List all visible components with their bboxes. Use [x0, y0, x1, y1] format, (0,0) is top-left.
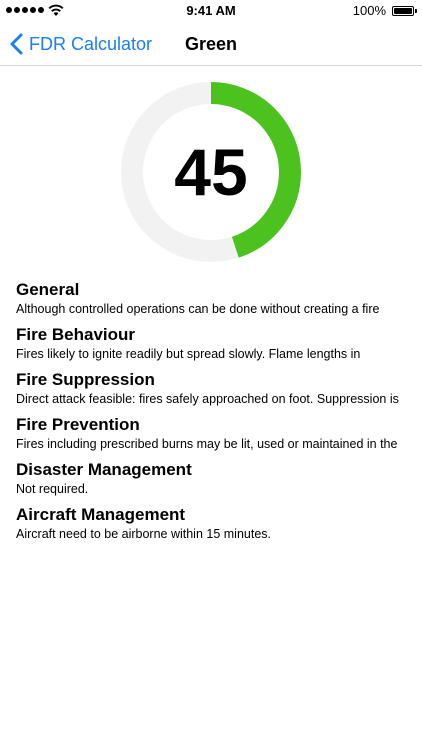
section-text: Direct attack feasible: fires safely app… [16, 392, 399, 406]
status-bar: 9:41 AM 100% [0, 0, 422, 22]
fire-danger-gauge: 45 [121, 82, 301, 262]
battery-percentage: 100% [352, 3, 386, 18]
section-title: Aircraft Management [16, 505, 186, 524]
section-aircraft-management: Aircraft Management Aircraft need to be … [16, 504, 416, 549]
navigation-bar: FDR Calculator Green [0, 22, 422, 66]
section-disaster-management: Disaster Management Not required. [16, 459, 416, 504]
page-title: Green [184, 34, 238, 54]
section-text: Not required. [16, 482, 89, 496]
fire-danger-rating-value: 45 [174, 135, 248, 209]
section-general: General Although controlled operations c… [16, 279, 416, 324]
section-title: Fire Behaviour [16, 325, 136, 344]
section-title: Fire Prevention [16, 415, 140, 434]
section-title: General [16, 280, 80, 299]
section-title: Disaster Management [16, 460, 192, 479]
section-text: Fires including prescribed burns may be … [16, 437, 398, 451]
battery-cap [415, 9, 417, 13]
section-fire-prevention: Fire Prevention Fires including prescrib… [16, 414, 416, 459]
rating-details-list: General Although controlled operations c… [16, 279, 416, 549]
battery-icon [392, 6, 414, 16]
section-text: Although controlled operations can be do… [16, 302, 380, 316]
section-text: Fires likely to ignite readily but sprea… [16, 347, 361, 361]
section-text: Aircraft need to be airborne within 15 m… [16, 527, 271, 541]
section-title: Fire Suppression [16, 370, 155, 389]
section-fire-suppression: Fire Suppression Direct attack feasible:… [16, 369, 416, 414]
section-fire-behaviour: Fire Behaviour Fires likely to ignite re… [16, 324, 416, 369]
